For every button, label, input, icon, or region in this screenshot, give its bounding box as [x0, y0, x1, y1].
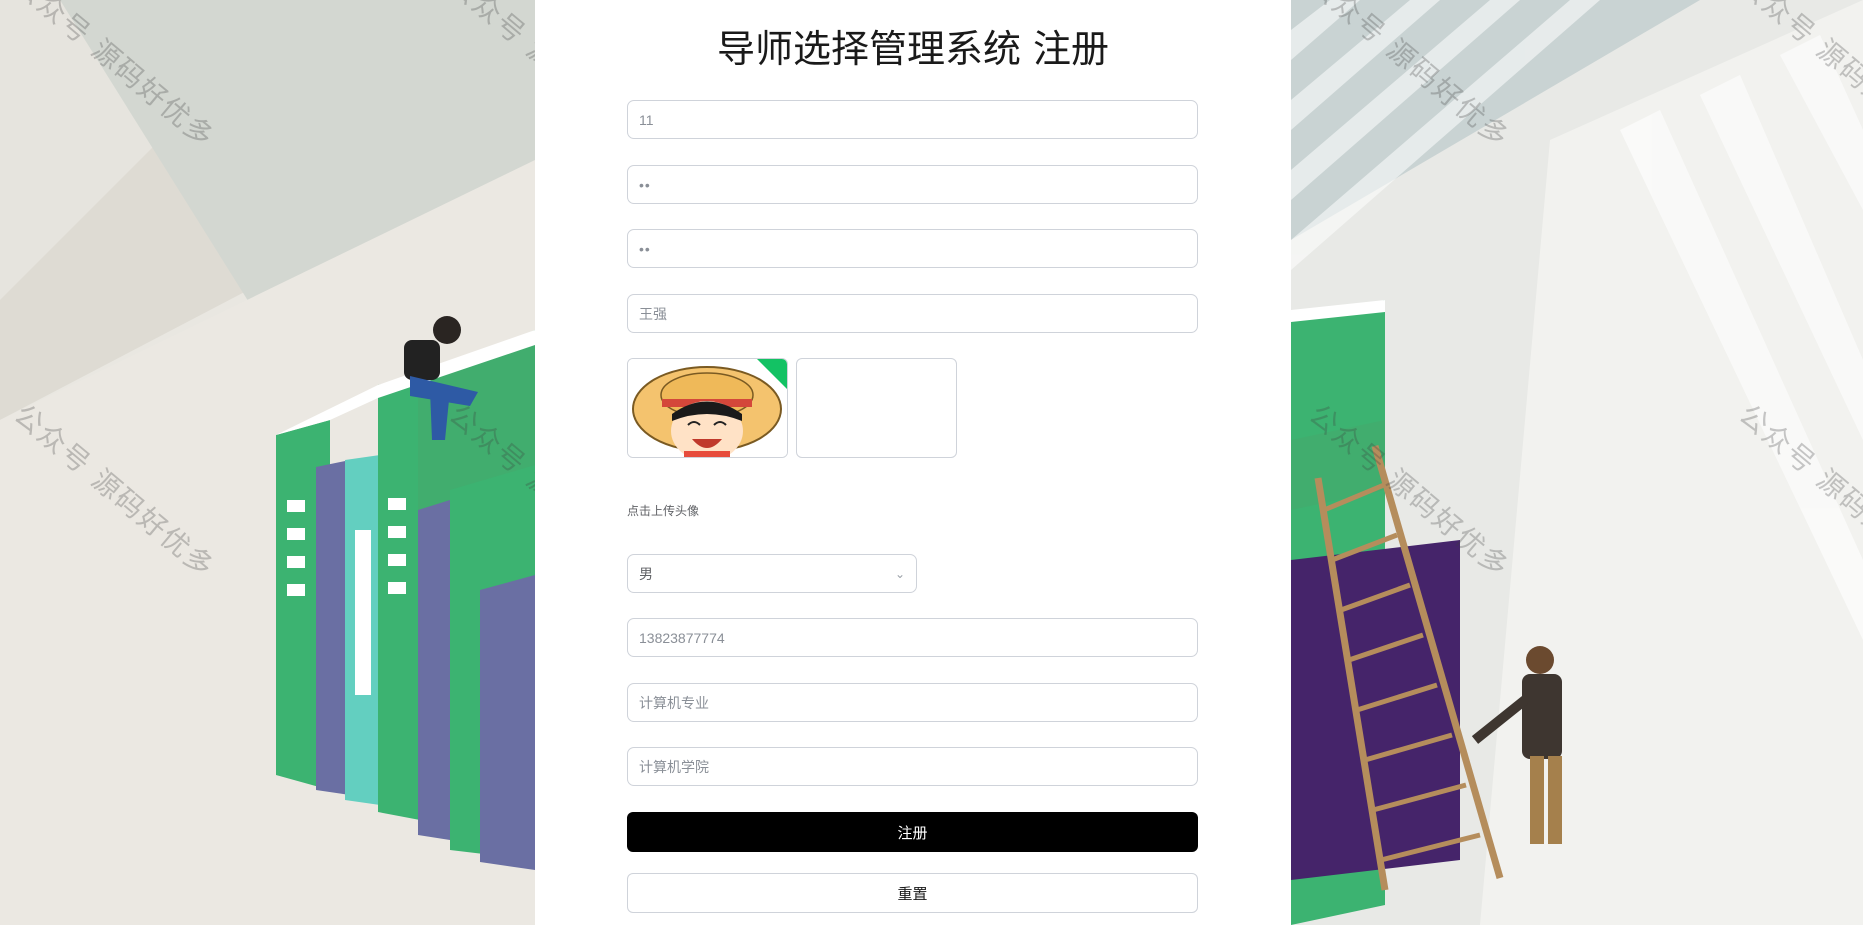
chevron-down-icon: ⌄: [894, 566, 905, 581]
page-title: 导师选择管理系统 注册: [716, 27, 1110, 71]
password-input[interactable]: ••: [627, 165, 1198, 204]
gender-select[interactable]: 男 ⌄: [627, 554, 917, 593]
phone-input[interactable]: 13823877774: [627, 618, 1198, 657]
account-input[interactable]: 11: [627, 100, 1198, 139]
upload-hint: 点击上传头像: [627, 504, 700, 518]
avatar-upload-trigger[interactable]: [796, 358, 957, 458]
gender-value: 男: [639, 566, 653, 583]
register-button-label: 注册: [897, 823, 928, 842]
confirm-password-input[interactable]: ••: [627, 229, 1198, 268]
college-input[interactable]: 计算机学院: [627, 747, 1198, 786]
register-button[interactable]: 注册: [627, 812, 1198, 852]
hand-pointer-icon: ☝: [873, 820, 886, 844]
reset-button-label: 重置: [897, 884, 928, 903]
major-input[interactable]: 计算机专业: [627, 683, 1198, 722]
avatar-preview[interactable]: [627, 358, 788, 458]
register-panel: 导师选择管理系统 注册 11 •• •• 王强 点击上传头像 男 ⌄ 13823…: [535, 0, 1291, 925]
name-input[interactable]: 王强: [627, 294, 1198, 333]
reset-button[interactable]: 重置: [627, 873, 1198, 913]
upload-success-badge: [757, 359, 787, 389]
